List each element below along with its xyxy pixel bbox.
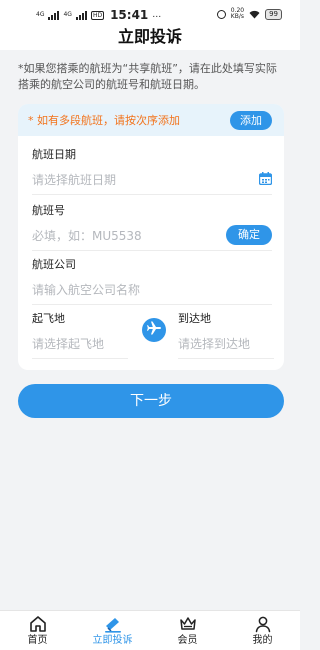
origin-placeholder: 请选择起飞地 (32, 337, 105, 351)
multi-segment-hint: * 如有多段航班，请按次序添加 (28, 114, 180, 127)
origin-field: 起飞地 请选择起飞地 (32, 312, 128, 359)
airline-field: 航班公司 请输入航空公司名称 (32, 258, 272, 305)
signal-bars-icon (48, 10, 60, 20)
hd-badge: HD (90, 10, 105, 20)
wifi-icon (249, 10, 260, 19)
alarm-icon (216, 9, 226, 19)
speed-unit: KB/s (230, 13, 244, 20)
destination-label: 到达地 (178, 312, 211, 325)
network-speed: 0.20 KB/s (231, 8, 244, 20)
next-step-button[interactable]: 下一步 (18, 384, 284, 418)
nav-item-complaint[interactable]: 立即投诉 (75, 611, 150, 650)
nav-item-member[interactable]: 会员 (150, 611, 225, 650)
nav-label-mine: 我的 (252, 635, 273, 646)
airline-placeholder: 请输入航空公司名称 (32, 283, 141, 297)
signal-bars-icon (75, 10, 87, 20)
battery-icon: 99 (265, 8, 282, 20)
swap-route-button[interactable] (142, 318, 166, 342)
nav-label-complaint: 立即投诉 (92, 635, 133, 646)
origin-label: 起飞地 (32, 312, 65, 325)
destination-field: 到达地 请选择到达地 (178, 312, 274, 359)
header: 立即投诉 (0, 24, 300, 50)
status-right: 0.20 KB/s 99 (216, 8, 282, 20)
bottom-nav: 首页 立即投诉 会员 我的 (0, 610, 300, 650)
calendar-icon[interactable] (258, 172, 273, 190)
airplane-icon (146, 320, 162, 340)
add-segment-button[interactable]: 添加 (230, 111, 272, 130)
status-time: 15:41 (110, 8, 149, 22)
airline-label: 航班公司 (32, 258, 76, 271)
shared-flight-notice: *如果您搭乘的航班为“共享航班”，请在此处填写实际搭乘的航空公司的航班号和航班日… (18, 62, 277, 91)
nav-item-mine[interactable]: 我的 (225, 611, 300, 650)
nav-label-member: 会员 (177, 635, 198, 646)
origin-input[interactable]: 请选择起飞地 (32, 335, 128, 359)
signal-label-1: 4G (36, 11, 45, 18)
complaint-icon (75, 614, 150, 634)
user-icon (225, 614, 300, 634)
status-bar: 4G 4G HD 15:41 … 0.20 KB/s 99 (0, 0, 300, 24)
crown-icon (150, 614, 225, 634)
more-icon: … (152, 10, 162, 20)
nav-label-home: 首页 (27, 635, 48, 646)
multi-segment-banner: * 如有多段航班，请按次序添加 添加 (18, 104, 284, 136)
home-icon (0, 614, 75, 634)
flight-number-input[interactable]: 必填，如：MU5538 确定 (32, 225, 272, 251)
airline-input[interactable]: 请输入航空公司名称 (32, 281, 272, 305)
flight-number-field: 航班号 必填，如：MU5538 确定 (32, 204, 272, 251)
nav-item-home[interactable]: 首页 (0, 611, 75, 650)
destination-input[interactable]: 请选择到达地 (178, 335, 274, 359)
flight-date-label: 航班日期 (32, 148, 76, 161)
flight-date-placeholder: 请选择航班日期 (32, 173, 117, 187)
flight-form-card: * 如有多段航班，请按次序添加 添加 航班日期 请选择航班日期 航班号 必填，如… (18, 104, 284, 370)
flight-number-placeholder: 必填，如：MU5538 (32, 229, 142, 243)
signal-label-2: 4G (63, 11, 72, 18)
destination-placeholder: 请选择到达地 (178, 337, 251, 351)
flight-number-label: 航班号 (32, 204, 65, 217)
confirm-button[interactable]: 确定 (226, 225, 272, 245)
flight-date-input[interactable]: 请选择航班日期 (32, 171, 273, 195)
flight-date-field: 航班日期 请选择航班日期 (32, 148, 273, 195)
page-title: 立即投诉 (117, 27, 182, 46)
status-left: 4G 4G HD 15:41 … (36, 8, 161, 22)
